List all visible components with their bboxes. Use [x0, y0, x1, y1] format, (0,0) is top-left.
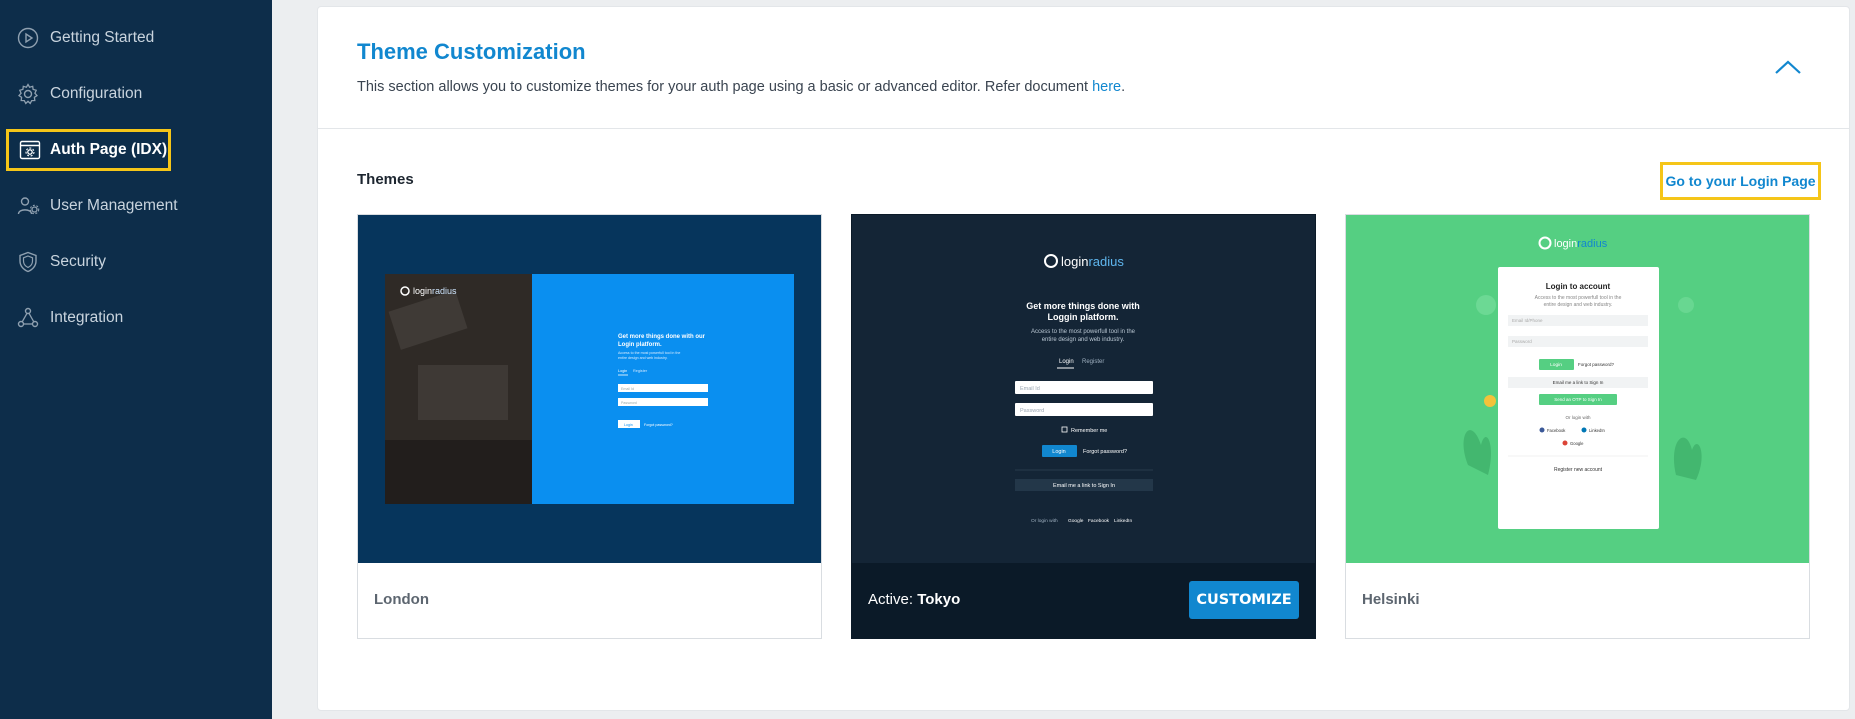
preview-logo: loginradius — [413, 286, 457, 296]
theme-preview-helsinki: loginradius Login to account Access to t… — [1346, 215, 1809, 563]
sidebar-item-getting-started[interactable]: Getting Started — [0, 14, 272, 62]
preview-social: Google — [1570, 441, 1584, 446]
sidebar-item-configuration[interactable]: Configuration — [0, 70, 272, 118]
sidebar-item-user-management[interactable]: User Management — [0, 182, 272, 230]
preview-subtext: entire design and web industry. — [1544, 302, 1613, 308]
sidebar-item-label: Security — [50, 253, 106, 270]
sidebar-item-label: User Management — [50, 197, 178, 214]
preview-button: Login — [624, 423, 633, 427]
theme-name: London — [374, 591, 429, 608]
section-description-end: . — [1121, 79, 1126, 95]
preview-logo: loginradius — [1554, 238, 1608, 250]
preview-input: Email Id — [621, 387, 634, 391]
theme-preview-london: loginradius Get more things done with ou… — [358, 215, 821, 563]
preview-headline: Login to account — [1546, 282, 1611, 291]
preview-headline: Get more things done with our — [618, 334, 706, 340]
theme-name: Helsinki — [1362, 591, 1420, 608]
theme-name: Tokyo — [917, 591, 961, 608]
preview-input: Email Id/Phone — [1512, 318, 1543, 323]
go-to-login-page-link[interactable]: Go to your Login Page — [1660, 162, 1821, 200]
browser-gear-icon — [19, 140, 41, 160]
section-description: This section allows you to customize the… — [357, 79, 1125, 95]
gear-icon — [18, 83, 38, 105]
preview-button: Login — [1052, 449, 1065, 455]
section-divider — [318, 128, 1849, 129]
sidebar-item-integration[interactable]: Integration — [0, 294, 272, 342]
sidebar-item-security[interactable]: Security — [0, 238, 272, 286]
preview-checkbox-label: Remember me — [1071, 428, 1107, 434]
active-theme-label: Active: Tokyo — [868, 591, 960, 608]
preview-input: Password — [621, 401, 637, 405]
sidebar-item-label: Auth Page (IDX) — [50, 141, 168, 158]
integration-nodes-icon — [17, 307, 39, 328]
preview-social: Facebook — [1547, 428, 1566, 433]
preview-logo: loginradius — [1061, 254, 1124, 269]
theme-card-tokyo[interactable]: loginradius Get more things done with Lo… — [851, 214, 1316, 639]
preview-input: Password — [1020, 408, 1044, 414]
play-circle-icon — [17, 27, 39, 49]
preview-tab: Login — [618, 369, 627, 373]
customize-button[interactable]: CUSTOMIZE — [1189, 581, 1299, 619]
shield-icon — [19, 251, 37, 273]
preview-social: Facebook — [1088, 518, 1110, 524]
preview-headline: Login platform. — [618, 342, 662, 348]
sidebar-item-label: Getting Started — [50, 29, 155, 46]
preview-text: Or login with — [1031, 518, 1058, 524]
preview-button: Email me a link to Sign In — [1553, 380, 1604, 385]
preview-tab: Login — [1059, 359, 1074, 365]
preview-link: Register new account — [1554, 467, 1603, 473]
theme-card-footer: Active: Tokyo CUSTOMIZE — [852, 563, 1315, 638]
preview-tab: Register — [1082, 359, 1104, 365]
preview-subtext: Access to the most powerfull tool in the — [1031, 329, 1136, 335]
theme-card-footer: Helsinki — [1346, 563, 1809, 638]
preview-subtext: entire design and web industry. — [1042, 337, 1125, 343]
preview-headline: Loggin platform. — [1048, 312, 1119, 322]
preview-subtext: Access to the most powerfull tool in the — [618, 351, 680, 355]
preview-link: Forgot password? — [644, 423, 673, 427]
theme-customization-card: Theme Customization This section allows … — [317, 6, 1850, 711]
preview-button: Login — [1550, 362, 1562, 368]
theme-preview-tokyo: loginradius Get more things done with Lo… — [852, 215, 1315, 563]
chevron-up-icon[interactable] — [1768, 53, 1808, 83]
active-prefix: Active: — [868, 591, 918, 608]
section-description-text: This section allows you to customize the… — [357, 79, 1093, 95]
sidebar-item-auth-page[interactable]: Auth Page (IDX) — [6, 129, 171, 171]
preview-input: Password — [1512, 339, 1532, 344]
preview-subtext: Access to the most powerfull tool in the — [1535, 295, 1622, 301]
preview-headline: Get more things done with — [1026, 301, 1140, 311]
preview-button: Send an OTP to Sign In — [1554, 397, 1602, 402]
sidebar: Getting Started Configuration Auth Page … — [0, 0, 272, 719]
preview-social: Google — [1068, 518, 1084, 524]
section-title: Theme Customization — [357, 39, 586, 64]
sidebar-item-label: Integration — [50, 309, 124, 326]
refer-document-link[interactable]: here — [1092, 79, 1121, 95]
theme-card-london[interactable]: loginradius Get more things done with ou… — [357, 214, 822, 639]
preview-button: Email me a link to Sign In — [1053, 483, 1115, 489]
preview-link: Forgot password? — [1578, 362, 1615, 367]
themes-heading: Themes — [357, 171, 414, 188]
preview-social: LinkedIn — [1114, 518, 1132, 524]
preview-input: Email Id — [1020, 386, 1040, 392]
preview-tab: Register — [633, 369, 648, 373]
theme-card-footer: London — [358, 563, 821, 638]
theme-card-helsinki[interactable]: loginradius Login to account Access to t… — [1345, 214, 1810, 639]
preview-social: LinkedIn — [1589, 428, 1606, 433]
users-gear-icon — [17, 197, 40, 215]
preview-link: Forgot password? — [1083, 449, 1127, 455]
preview-text: Or login with — [1565, 415, 1591, 420]
sidebar-item-label: Configuration — [50, 85, 143, 102]
preview-subtext: entire design and web industry. — [618, 356, 667, 360]
